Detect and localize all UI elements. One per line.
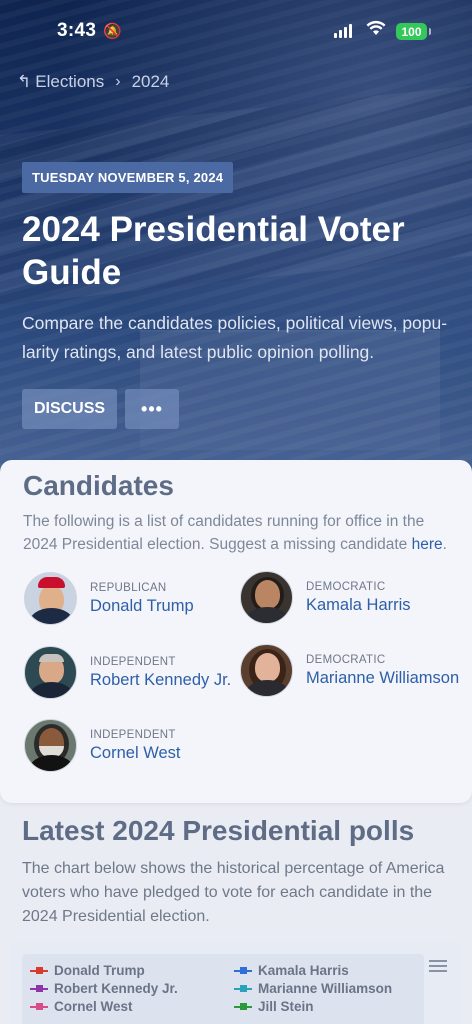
suggest-candidate-link[interactable]: here [412, 536, 443, 553]
legend-item-robert-kennedy-jr[interactable]: Robert Kennedy Jr. [30, 981, 178, 996]
candidates-description-text: The following is a list of candidates ru… [23, 513, 425, 553]
avatar [240, 571, 293, 624]
breadcrumb-current: 2024 [131, 72, 170, 91]
wifi-icon [366, 20, 386, 41]
candidates-description-suffix: . [442, 536, 447, 553]
candidate-marianne-williamson[interactable]: DEMOCRATIC Marianne Williamson [240, 644, 459, 697]
legend-label: Cornel West [54, 999, 133, 1014]
legend-marker-icon [30, 966, 48, 975]
chart-menu-icon[interactable] [429, 960, 447, 972]
legend-marker-icon [30, 984, 48, 993]
polls-description: The chart below shows the historical per… [22, 860, 445, 925]
legend-item-donald-trump[interactable]: Donald Trump [30, 963, 145, 978]
candidate-party: DEMOCRATIC [306, 653, 386, 666]
candidates-description: The following is a list of candidates ru… [23, 510, 453, 556]
legend-label: Jill Stein [258, 999, 314, 1014]
more-options-button[interactable]: ••• [125, 389, 179, 429]
legend-marker-icon [234, 984, 252, 993]
legend-marker-icon [234, 1002, 252, 1011]
cellular-signal-icon [334, 24, 352, 38]
legend-marker-icon [234, 966, 252, 975]
status-bar: 3:43 🔕 100 [0, 0, 472, 62]
battery-icon: 100 [396, 23, 431, 40]
candidate-kamala-harris[interactable]: DEMOCRATIC Kamala Harris [240, 571, 411, 624]
legend-item-cornel-west[interactable]: Cornel West [30, 999, 133, 1014]
silent-bell-icon: 🔕 [103, 23, 122, 40]
candidate-party: INDEPENDENT [90, 655, 176, 668]
candidate-party: INDEPENDENT [90, 728, 176, 741]
candidate-robert-kennedy-jr[interactable]: INDEPENDENT Robert Kennedy Jr. [24, 646, 231, 699]
breadcrumb-elections-link[interactable]: Elections [35, 72, 104, 92]
legend-label: Kamala Harris [258, 963, 349, 978]
legend-label: Robert Kennedy Jr. [54, 981, 178, 996]
avatar [24, 719, 77, 772]
legend-marker-icon [30, 1002, 48, 1011]
candidate-name[interactable]: Robert Kennedy Jr. [90, 671, 231, 690]
candidate-party: DEMOCRATIC [306, 580, 386, 593]
legend-item-jill-stein[interactable]: Jill Stein [234, 999, 314, 1014]
candidate-name[interactable]: Marianne Williamson [306, 669, 459, 688]
polls-heading: Latest 2024 Presidential polls [22, 815, 415, 846]
candidate-name[interactable]: Cornel West [90, 744, 180, 763]
candidate-donald-trump[interactable]: REPUBLICAN Donald Trump [24, 572, 194, 625]
back-arrow-icon[interactable]: ↰ [17, 72, 31, 92]
candidate-party: REPUBLICAN [90, 581, 167, 594]
candidates-heading: Candidates [23, 470, 174, 501]
breadcrumb: ↰ Elections › 2024 [17, 72, 169, 92]
avatar [24, 646, 77, 699]
chevron-right-icon: › [115, 73, 121, 90]
discuss-button[interactable]: DISCUSS [22, 389, 117, 429]
page-title: 2024 Presidential Voter Guide [22, 210, 405, 292]
candidate-cornel-west[interactable]: INDEPENDENT Cornel West [24, 719, 180, 772]
election-date-badge: TUESDAY NOVEMBER 5, 2024 [22, 162, 234, 193]
legend-item-marianne-williamson[interactable]: Marianne Williamson [234, 981, 392, 996]
candidate-name[interactable]: Kamala Harris [306, 596, 411, 615]
avatar [240, 644, 293, 697]
avatar [24, 572, 77, 625]
page-description: Compare the candidates policies, politic… [22, 313, 448, 362]
legend-label: Donald Trump [54, 963, 145, 978]
candidate-name[interactable]: Donald Trump [90, 597, 194, 616]
legend-label: Marianne Williamson [258, 981, 393, 996]
legend-item-kamala-harris[interactable]: Kamala Harris [234, 963, 349, 978]
status-time: 3:43 [57, 20, 97, 41]
